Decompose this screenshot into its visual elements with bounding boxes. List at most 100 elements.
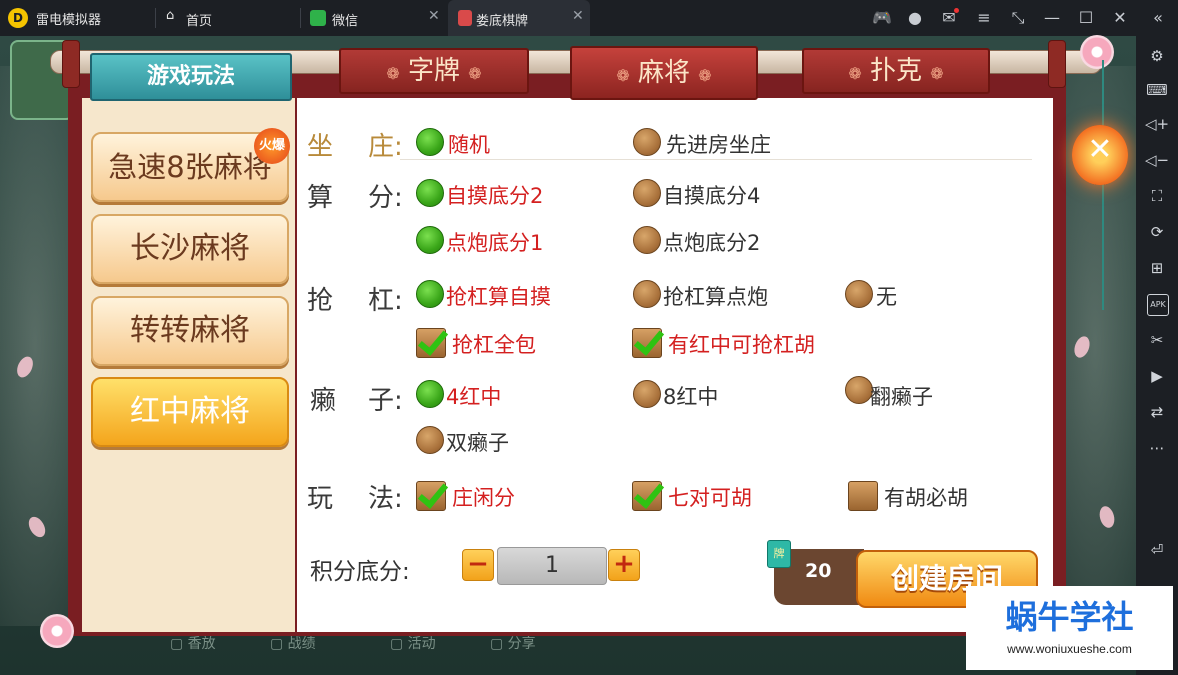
fullscreen-icon[interactable]: ⛶	[1145, 184, 1169, 208]
account-icon[interactable]: ●	[903, 6, 927, 30]
sync-icon[interactable]: ⇄	[1145, 400, 1169, 424]
option-label: 抢杠算自摸	[446, 285, 551, 309]
option-label: 点炮底分2	[663, 231, 761, 255]
option-label: 自摸底分4	[663, 184, 761, 208]
checkbox-dealer-score[interactable]	[416, 481, 446, 511]
record-icon[interactable]: ▶	[1145, 364, 1169, 388]
option-label: 无	[876, 285, 897, 309]
emulator-sidebar: ⚙ ⌨ ◁+ ◁− ⛶ ⟳ ⊞ APK ✂ ▶ ⇄ ⋯ ⏎	[1136, 36, 1178, 675]
checkbox-seven-pairs[interactable]	[632, 481, 662, 511]
more-icon[interactable]: ⋯	[1145, 436, 1169, 460]
radio-self-draw-2[interactable]	[416, 179, 444, 207]
watermark: 蜗牛学社 www.woniuxueshe.com	[966, 586, 1173, 670]
game-item-hongzhong[interactable]: 红中麻将	[91, 377, 289, 447]
close-window-icon[interactable]: ✕	[1108, 6, 1132, 30]
option-label: 自摸底分2	[446, 184, 544, 208]
tab-wechat-label: 微信	[332, 14, 359, 29]
home-icon: ⌂	[166, 8, 175, 23]
maximize-icon[interactable]: ☐	[1074, 6, 1098, 30]
volume-down-icon[interactable]: ◁−	[1145, 148, 1169, 172]
option-label: 有胡必胡	[884, 486, 968, 510]
score-increment-button[interactable]: +	[608, 549, 640, 581]
bottom-nav-item: ▢ 活动	[390, 636, 436, 652]
option-label: 有红中可抢杠胡	[668, 333, 815, 357]
radio-dealer-first-in[interactable]	[633, 128, 661, 156]
emulator-app-name: 雷电模拟器	[36, 13, 102, 28]
shrink-icon[interactable]: ⤡	[1006, 6, 1030, 30]
flower-decor	[40, 614, 74, 648]
checkbox-robkong-full-pay[interactable]	[416, 328, 446, 358]
back-icon[interactable]: ⏎	[1145, 538, 1169, 562]
close-icon[interactable]: ✕	[1085, 130, 1115, 170]
tab-game-label: 娄底棋牌	[476, 14, 529, 29]
tab-category-poker[interactable]: ❁ 扑克 ❁	[802, 48, 990, 94]
option-label: 点炮底分1	[446, 231, 544, 255]
row-label-scoring-b: 分:	[368, 183, 403, 213]
radio-wild-flip[interactable]	[845, 376, 873, 404]
emulator-titlebar: D 雷电模拟器 ⌂ 首页 微信 ✕ 娄底棋牌 ✕ 🎮 ● ✉ ≡ ⤡ — ☐ ✕…	[0, 0, 1178, 36]
radio-wild-8[interactable]	[633, 380, 661, 408]
scissors-icon[interactable]: ✂	[1145, 328, 1169, 352]
radio-dealer-random[interactable]	[416, 128, 444, 156]
radio-wild-double[interactable]	[416, 426, 444, 454]
bottom-nav-item: ▢ 香放	[170, 636, 216, 652]
score-decrement-button[interactable]: −	[462, 549, 494, 581]
radio-discard-2[interactable]	[633, 226, 661, 254]
rotate-icon[interactable]: ⟳	[1145, 220, 1169, 244]
radio-self-draw-4[interactable]	[633, 179, 661, 207]
row-label-wild-a: 癞	[310, 386, 337, 416]
room-card-icon: 牌	[767, 540, 791, 568]
game-item-changsha[interactable]: 长沙麻将	[91, 214, 289, 284]
checkbox-hongzhong-robkong[interactable]	[632, 328, 662, 358]
row-label-rules-a: 玩	[307, 484, 334, 514]
row-label-rules-b: 法:	[368, 484, 403, 514]
tab-game-rules[interactable]: 游戏玩法	[90, 53, 292, 101]
tab-game[interactable]: 娄底棋牌 ✕	[448, 0, 590, 36]
row-label-wild-b: 子:	[368, 386, 403, 416]
bottom-nav-item: ▢ 分享	[490, 636, 536, 652]
radio-wild-4[interactable]	[416, 380, 444, 408]
menu-icon[interactable]: ≡	[972, 6, 996, 30]
watermark-url: www.woniuxueshe.com	[1007, 642, 1132, 656]
settings-icon[interactable]: ⚙	[1145, 44, 1169, 68]
row-label-robkong-b: 杠:	[368, 286, 403, 316]
close-tab-icon[interactable]: ✕	[428, 8, 440, 24]
game-icon	[458, 10, 472, 26]
mail-icon[interactable]: ✉	[937, 6, 961, 30]
tab-category-mahjong[interactable]: ❁ 麻将 ❁	[570, 46, 758, 100]
option-label: 随机	[448, 133, 490, 157]
room-cost: 20	[805, 560, 832, 582]
option-label: 庄闲分	[452, 486, 515, 510]
gamepad-icon[interactable]: 🎮	[870, 6, 894, 30]
wechat-icon	[310, 10, 326, 26]
tab-home-label: 首页	[186, 14, 213, 29]
option-label: 抢杠全包	[452, 333, 536, 357]
tab-home[interactable]: ⌂ 首页	[160, 0, 298, 36]
option-label: 4红中	[446, 385, 502, 409]
radio-robkong-discard[interactable]	[633, 280, 661, 308]
keyboard-icon[interactable]: ⌨	[1145, 78, 1169, 102]
radio-robkong-self-draw[interactable]	[416, 280, 444, 308]
game-item-zhuanzhuan[interactable]: 转转麻将	[91, 296, 289, 366]
emulator-logo-icon: D	[8, 8, 28, 28]
option-label: 先进房坐庄	[666, 133, 771, 157]
apk-icon[interactable]: APK	[1147, 294, 1169, 316]
radio-robkong-none[interactable]	[845, 280, 873, 308]
tab-wechat[interactable]: 微信 ✕	[304, 0, 446, 36]
collapse-sidebar-icon[interactable]: «	[1146, 6, 1170, 30]
option-label: 七对可胡	[668, 486, 752, 510]
close-tab-icon[interactable]: ✕	[572, 8, 584, 24]
bottom-nav-item: ▢ 战绩	[270, 636, 316, 652]
row-label-dealer-a: 坐	[307, 132, 334, 162]
score-base-value[interactable]: 1	[497, 547, 607, 585]
checkbox-must-win[interactable]	[848, 481, 878, 511]
radio-discard-1[interactable]	[416, 226, 444, 254]
score-base-label: 积分底分:	[310, 559, 410, 585]
option-label: 8红中	[663, 385, 719, 409]
minimize-icon[interactable]: —	[1040, 6, 1064, 30]
tab-category-zipai[interactable]: ❁ 字牌 ❁	[339, 48, 529, 94]
watermark-title: 蜗牛学社	[1005, 598, 1134, 636]
volume-up-icon[interactable]: ◁+	[1145, 112, 1169, 136]
add-window-icon[interactable]: ⊞	[1145, 256, 1169, 280]
hot-badge: 火爆	[254, 128, 290, 164]
